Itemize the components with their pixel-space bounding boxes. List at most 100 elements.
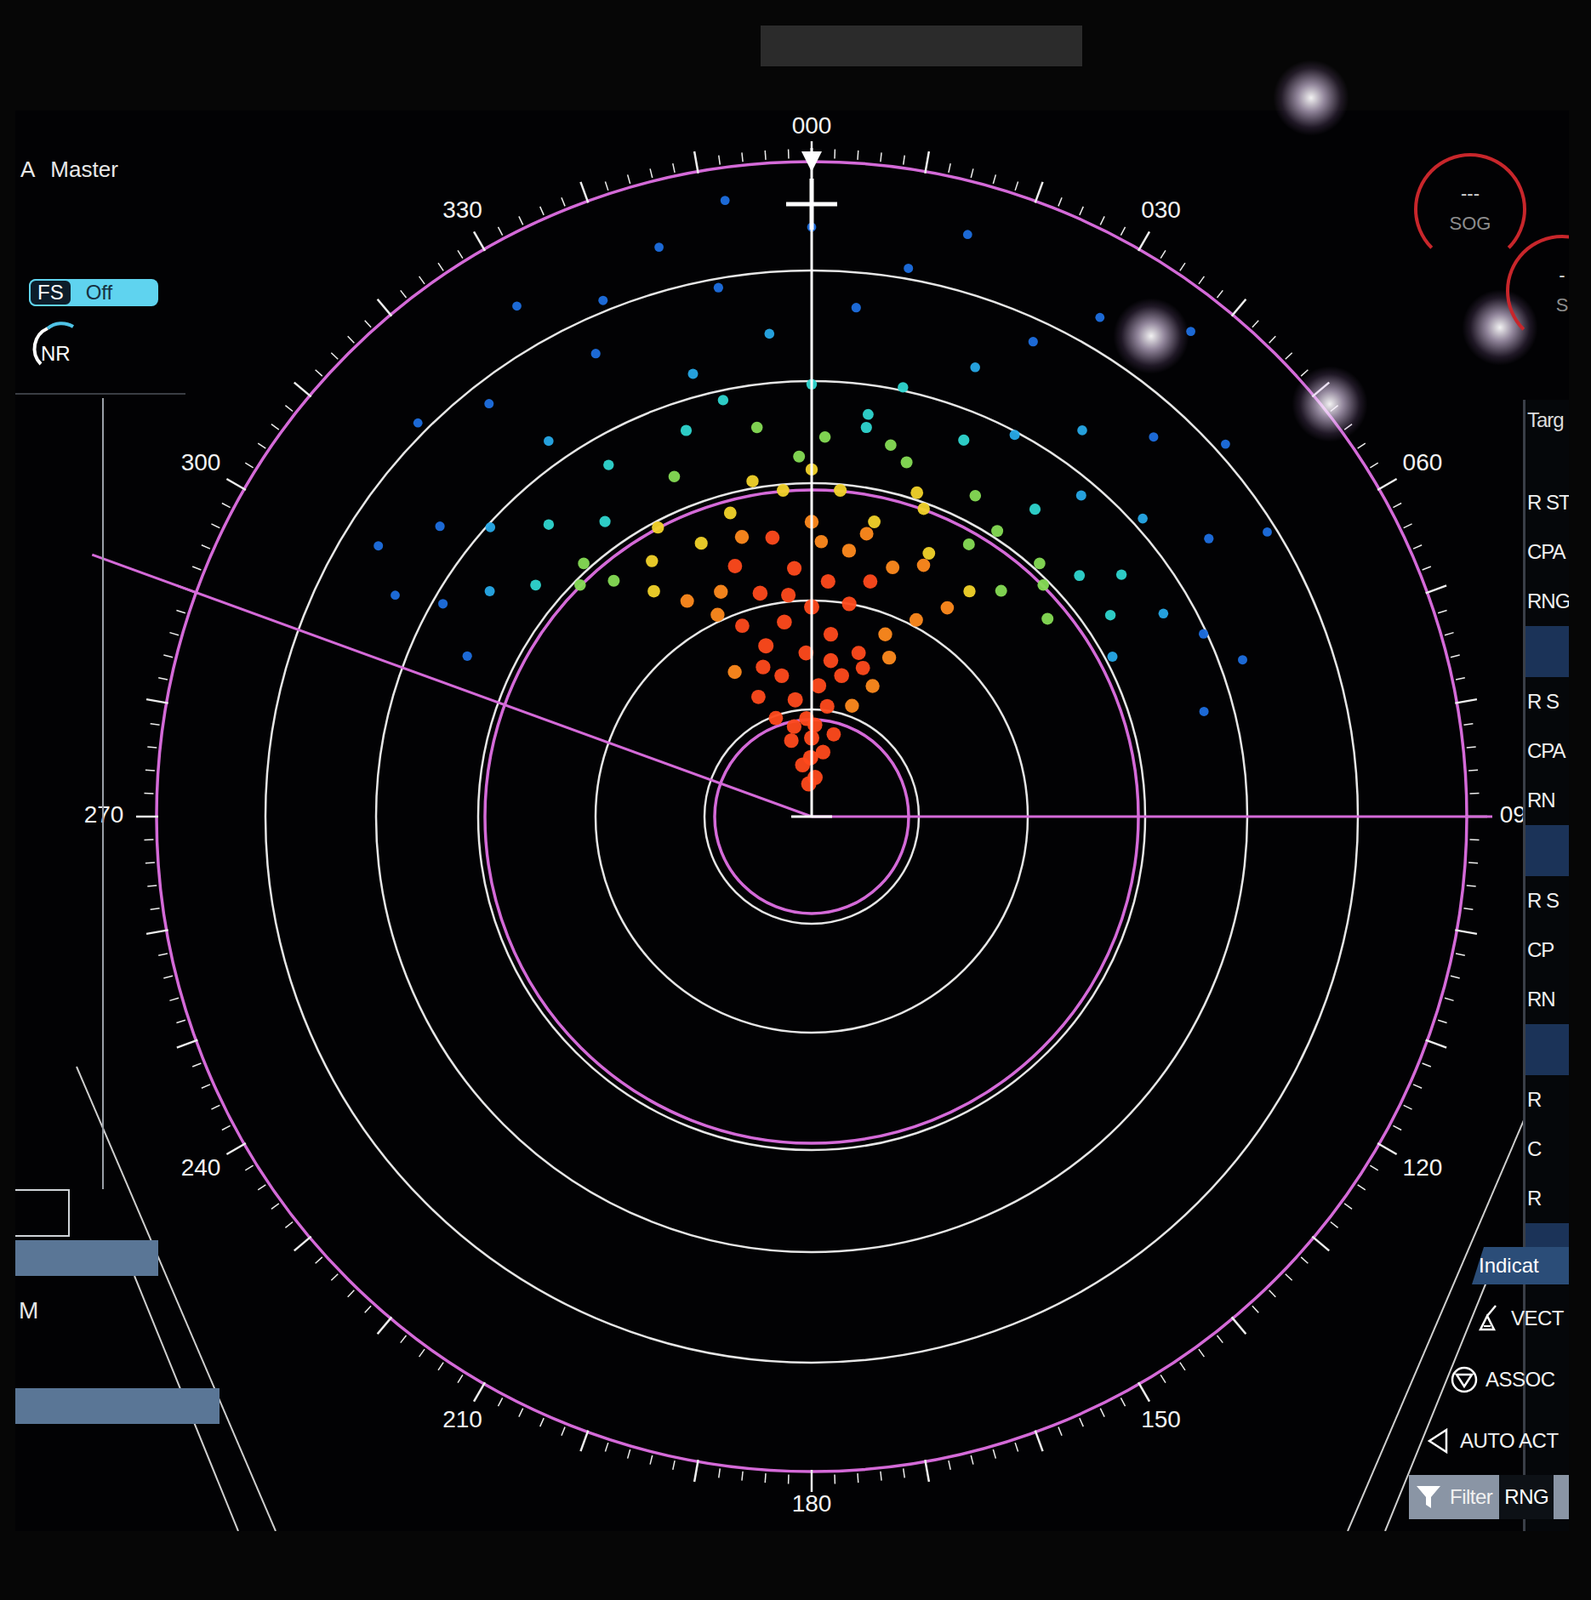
echo — [462, 651, 473, 662]
echo — [862, 409, 874, 421]
target-field[interactable]: CPA — [1525, 726, 1569, 776]
echo — [963, 585, 976, 598]
echo — [995, 585, 1008, 598]
bearing-label: 000 — [792, 112, 833, 139]
echo — [823, 653, 839, 669]
echo — [882, 650, 896, 665]
echo — [909, 613, 924, 628]
panel-bar — [15, 1240, 159, 1277]
own-ship-icon — [791, 815, 833, 819]
echo — [668, 470, 681, 483]
echo — [598, 296, 608, 306]
target-field[interactable]: CP — [1525, 925, 1569, 976]
gauge-value: - — [1558, 265, 1565, 286]
menu-item[interactable]: ASSOC — [1449, 1352, 1569, 1408]
menu-item[interactable]: FilterRNG — [1408, 1475, 1569, 1520]
echo — [776, 484, 790, 497]
echo — [823, 627, 839, 642]
echo — [969, 490, 982, 502]
echo — [373, 541, 383, 551]
nr-label: NR — [40, 338, 71, 370]
menu-item[interactable]: AUTO ACT — [1424, 1414, 1569, 1469]
target-field[interactable]: CPA — [1525, 527, 1569, 577]
target-field[interactable]: RNG — [1525, 576, 1569, 627]
echo — [599, 516, 611, 528]
echo — [577, 558, 590, 571]
echo — [922, 547, 936, 560]
radar-ppi[interactable]: 000030060090120150180210240270300330 — [15, 110, 1569, 1532]
echo — [1107, 651, 1118, 662]
echo — [484, 586, 496, 597]
bearing-label: 330 — [442, 196, 483, 223]
echo — [784, 733, 799, 748]
toggle-value: Off — [72, 279, 127, 307]
echo — [755, 660, 770, 675]
echo — [884, 439, 897, 451]
echo — [851, 302, 862, 313]
echo — [1220, 439, 1231, 450]
echo — [1029, 503, 1041, 515]
echo — [842, 596, 857, 611]
echo — [591, 348, 601, 359]
target-field[interactable]: R S — [1525, 876, 1569, 926]
echo — [900, 456, 913, 469]
radar-display: 000030060090120150180210240270300330 AMa… — [0, 0, 1591, 1600]
echo — [680, 594, 695, 609]
cursor-cross-icon — [786, 178, 838, 230]
echo — [1203, 534, 1214, 544]
target-field[interactable]: RN — [1525, 975, 1569, 1025]
indicator-menu: Indicat VECT ASSOC AUTO ACT FilterRNG — [1393, 1247, 1569, 1532]
echo — [1073, 570, 1085, 582]
fs-toggle[interactable]: FSOff — [28, 279, 159, 307]
echo — [1137, 513, 1148, 525]
echo — [758, 638, 774, 654]
echo — [815, 535, 829, 549]
title-label: Master — [50, 153, 118, 187]
target-field[interactable]: R S — [1525, 677, 1569, 727]
echo — [713, 585, 728, 599]
echo — [1009, 429, 1021, 440]
echo — [867, 515, 881, 529]
echo — [863, 574, 879, 589]
echo — [918, 502, 930, 515]
echo — [1116, 569, 1127, 580]
echo — [792, 450, 805, 463]
target-field[interactable]: C — [1525, 1124, 1569, 1175]
echo — [530, 579, 542, 591]
echo — [543, 436, 554, 447]
target-field[interactable]: R — [1525, 1075, 1569, 1125]
echo — [651, 521, 664, 534]
echo-field — [373, 195, 1272, 792]
target-field[interactable]: R ST — [1525, 478, 1569, 528]
echo — [820, 699, 835, 714]
panel-divider — [102, 398, 104, 1190]
echo — [786, 719, 802, 735]
menu-item-label: VECT — [1511, 1303, 1564, 1335]
target-separator — [1525, 1024, 1569, 1076]
target-field[interactable]: R — [1525, 1174, 1569, 1224]
menu-item-label: Filter — [1449, 1482, 1493, 1513]
echo — [751, 421, 764, 434]
menu-item[interactable]: VECT — [1475, 1291, 1569, 1346]
echo — [807, 718, 823, 734]
echo — [435, 521, 445, 531]
menu-item-label: ASSOC — [1485, 1364, 1556, 1396]
echo — [991, 524, 1004, 537]
menu-item-value: RNG — [1499, 1475, 1554, 1520]
target-field[interactable]: RN — [1525, 775, 1569, 826]
filter-icon — [1414, 1482, 1443, 1512]
echo — [776, 614, 793, 630]
echo — [860, 526, 874, 541]
echo — [826, 727, 842, 742]
gauge-label: SOG — [1449, 212, 1492, 235]
gauge: -S — [1505, 234, 1569, 348]
bearing-label: 150 — [1140, 1406, 1181, 1433]
echo — [842, 543, 856, 558]
echo — [713, 283, 724, 293]
nr-control[interactable]: NR — [28, 314, 97, 371]
echo — [512, 301, 522, 311]
echo — [1077, 425, 1088, 436]
echo — [1148, 432, 1158, 442]
gauge-value: --- — [1460, 183, 1480, 205]
menu-title: Indicat — [1471, 1247, 1569, 1285]
